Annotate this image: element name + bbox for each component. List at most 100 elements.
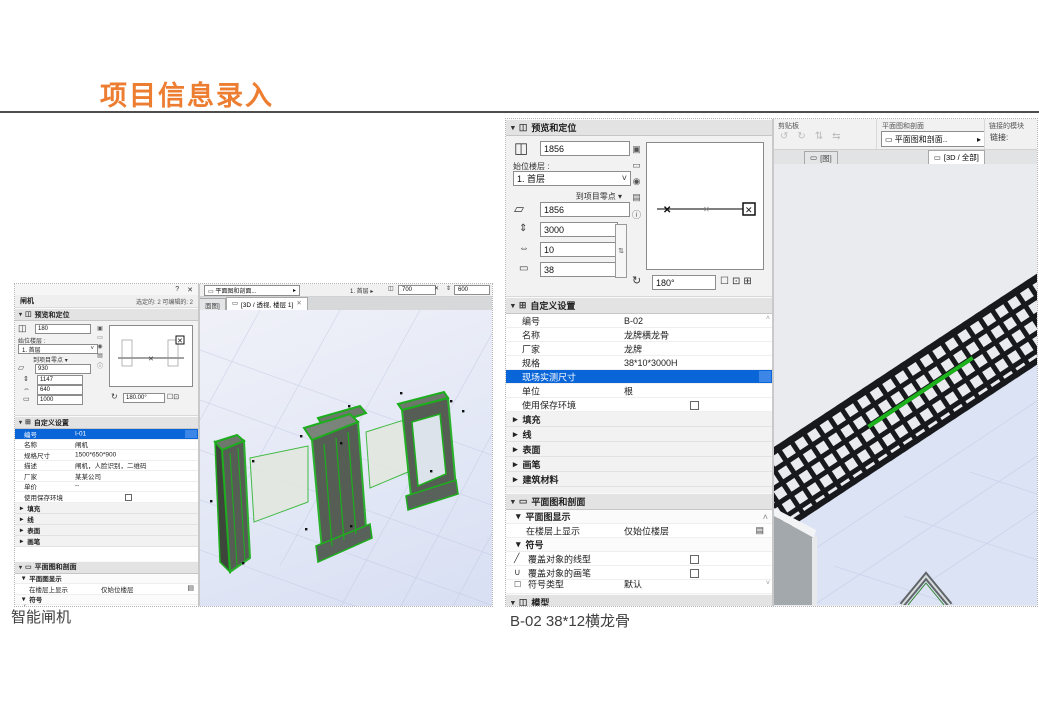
tab-plan[interactable]: ▭ [图] — [804, 151, 838, 164]
scroll-down-icon[interactable]: ˅ — [766, 580, 770, 587]
help-icon[interactable]: ? — [175, 286, 179, 293]
close-small-icon[interactable]: ✕ — [434, 286, 439, 292]
group-line[interactable]: ▸线 — [15, 514, 198, 525]
table-row-manufacturer[interactable]: 厂家龙牌 — [506, 342, 772, 356]
override-linetype-checkbox[interactable] — [690, 555, 699, 564]
anchor-mode-strip[interactable]: ▣ ▭ ◉ ▤ ⓘ — [632, 144, 641, 221]
table-row-description[interactable]: 描述闸机，人脸识别，二维码 — [15, 461, 198, 472]
story-selector[interactable]: 1. 首层 ▸ — [350, 286, 373, 295]
angle-input[interactable]: 180.00° — [123, 393, 165, 403]
group-fill[interactable]: ▸填充 — [15, 503, 198, 514]
table-row-number[interactable]: 编号I-01 — [15, 429, 198, 440]
strip-icon-1[interactable]: ▣ — [97, 325, 103, 332]
dim-b-input[interactable]: 10 — [540, 242, 618, 257]
angle-input[interactable]: 180° — [652, 275, 716, 290]
row-edit-handle[interactable] — [185, 430, 197, 438]
elevation-input-1[interactable]: 700 — [398, 285, 436, 295]
to-zero-input[interactable]: 1856 — [540, 202, 630, 217]
to-zero-input[interactable]: 930 — [35, 364, 91, 374]
tab-3d-perspective[interactable]: ▭ [3D / 透视, 楼层 1] ✕ — [226, 297, 308, 310]
group-pen[interactable]: ▸画笔 — [506, 457, 772, 472]
strip-icon-1[interactable]: ▣ — [632, 144, 641, 155]
table-row-unit[interactable]: 单位根 — [506, 384, 772, 398]
mirror-options[interactable]: ☐⊡⊞ — [720, 276, 755, 287]
strip-icon-5[interactable]: ⓘ — [632, 208, 641, 221]
group-surface[interactable]: ▸表面 — [15, 525, 198, 536]
close-icon[interactable]: ✕ — [187, 286, 193, 294]
override-pen-checkbox[interactable] — [690, 569, 699, 578]
saved-env-checkbox[interactable] — [690, 401, 699, 410]
section-model[interactable]: ▾ ◫ 模型 — [506, 594, 772, 606]
to-project-zero-link[interactable]: 到项目零点 ▾ — [540, 191, 622, 202]
tab-3d-all[interactable]: ▭ [3D / 全部] — [928, 150, 985, 164]
cube-icon: ◫ — [25, 311, 32, 318]
group-building-material[interactable]: ▸建筑材料 — [506, 472, 772, 487]
table-row-name[interactable]: 名称龙牌横龙骨 — [506, 328, 772, 342]
dim-c-input[interactable]: 1000 — [37, 395, 83, 405]
group-pen[interactable]: ▸画笔 — [15, 536, 198, 547]
plan-section-dropdown[interactable]: ▭ 平面图和剖面.. ▸ — [881, 131, 985, 147]
scroll-up-icon[interactable]: ˄ — [766, 315, 770, 322]
right-3d-canvas[interactable] — [774, 164, 1037, 606]
symbol-type-icon: ☐ — [514, 581, 521, 589]
table-row-size[interactable]: 规格尺寸1500*650*900 — [15, 450, 198, 461]
plan-section-dropdown[interactable]: ▭ 平面图和剖面... ▸ — [204, 285, 300, 296]
section-custom-settings[interactable]: ▾ ⊞ 自定义设置 — [15, 416, 198, 429]
sub-plan-display[interactable]: ▾平面图显示 — [15, 574, 198, 585]
base-height-input[interactable]: 1856 — [540, 141, 630, 156]
sub-symbol[interactable]: ▾符号 — [506, 538, 772, 552]
left-3d-canvas[interactable] — [200, 310, 492, 606]
table-row-number[interactable]: 编号B-02 ˄ — [506, 314, 772, 328]
to-project-zero-link[interactable]: 到项目零点 ▾ — [33, 355, 68, 364]
row-override-pen[interactable]: ∪ 覆盖对象的画笔 — [506, 566, 772, 580]
section-preview-position[interactable]: ▾ ◫ 预览和定位 — [506, 119, 772, 136]
table-row-saved-env[interactable]: 使用保存环境 — [506, 398, 772, 412]
mirror-options[interactable]: ☐⊡ — [167, 393, 179, 401]
row-show-on-stories[interactable]: 在楼层上显示 仅始位楼层 ▤ — [506, 524, 772, 538]
table-row-manufacturer[interactable]: 厂家某某公司 — [15, 471, 198, 482]
section-plan-and-section[interactable]: ▾ ▭ 平面图和剖面 — [15, 561, 198, 574]
base-height-input[interactable]: 180 — [35, 324, 91, 334]
strip-icon-3[interactable]: ◉ — [633, 176, 641, 187]
row-show-on-stories[interactable]: 在楼层上显示 仅始位楼层 ▤ — [15, 584, 198, 595]
group-fill[interactable]: ▸填充 — [506, 412, 772, 427]
dim-b-input[interactable]: 640 — [37, 385, 83, 395]
section-custom-settings[interactable]: ▾ ⊞ 自定义设置 — [506, 297, 772, 314]
left-vp-toolbar: ▭ 平面图和剖面... ▸ 1. 首层 ▸ ◫ 700 ✕ ⇕ 600 — [200, 284, 492, 297]
row-symbol-type-partial[interactable]: ☐ 符号类型 默认 ˅ — [506, 580, 772, 594]
sub-plan-display[interactable]: ▾平面图显示 ˄ — [506, 510, 772, 524]
home-story-select[interactable]: 1. 首层 ˅ — [18, 344, 98, 354]
strip-icon-4[interactable]: ▤ — [97, 352, 103, 359]
home-story-select[interactable]: 1. 首层 ˅ — [513, 171, 631, 186]
strip-icon-2[interactable]: ▭ — [97, 334, 103, 341]
anchor-preview-box[interactable]: ✕ ✕ — [109, 325, 193, 387]
table-row-field-size-selected[interactable]: 现场实测尺寸 — [506, 370, 772, 384]
link-dims-toggle[interactable]: ⇅ — [615, 224, 627, 278]
table-row-price[interactable]: 单价-- — [15, 482, 198, 493]
scroll-up-icon[interactable]: ˄ — [763, 512, 768, 522]
anchor-mode-strip[interactable]: ▣ ▭ ◉ ▤ ⓘ — [97, 325, 103, 370]
strip-icon-4[interactable]: ▤ — [632, 192, 641, 203]
section-plan-and-section[interactable]: ▾ ▭ 平面图和剖面 — [506, 493, 772, 510]
tab-close-icon[interactable]: ✕ — [296, 301, 301, 308]
dim-height-input[interactable]: 1147 — [37, 375, 83, 385]
dim-height-input[interactable]: 3000 — [540, 222, 618, 237]
table-row-spec[interactable]: 规格38*10*3000H — [506, 356, 772, 370]
section-preview-position[interactable]: ▾ ◫ 预览和定位 — [15, 308, 198, 321]
tab-plan-partial[interactable]: 面图] — [200, 298, 226, 310]
anchor-preview-box[interactable]: ✕ ✕ ✕ — [646, 142, 764, 270]
table-row-saved-env[interactable]: 使用保存环境 — [15, 492, 198, 503]
row-override-linetype[interactable]: ╱ 覆盖对象的线型 — [506, 552, 772, 566]
strip-icon-3[interactable]: ◉ — [97, 343, 102, 350]
sub-symbol[interactable]: ▾符号 — [15, 595, 198, 606]
group-line[interactable]: ▸线 — [506, 427, 772, 442]
strip-icon-2[interactable]: ▭ — [632, 160, 641, 171]
saved-env-checkbox[interactable] — [125, 494, 132, 501]
table-row-name[interactable]: 名称闸机 — [15, 440, 198, 451]
group-surface[interactable]: ▸表面 — [506, 442, 772, 457]
tab-page-icon: ▭ — [232, 301, 238, 308]
dim-c-input[interactable]: 38 — [540, 262, 618, 277]
strip-icon-5[interactable]: ⓘ — [97, 361, 103, 370]
row-edit-handle[interactable] — [759, 371, 771, 382]
elevation-input-2[interactable]: 600 — [454, 285, 490, 295]
